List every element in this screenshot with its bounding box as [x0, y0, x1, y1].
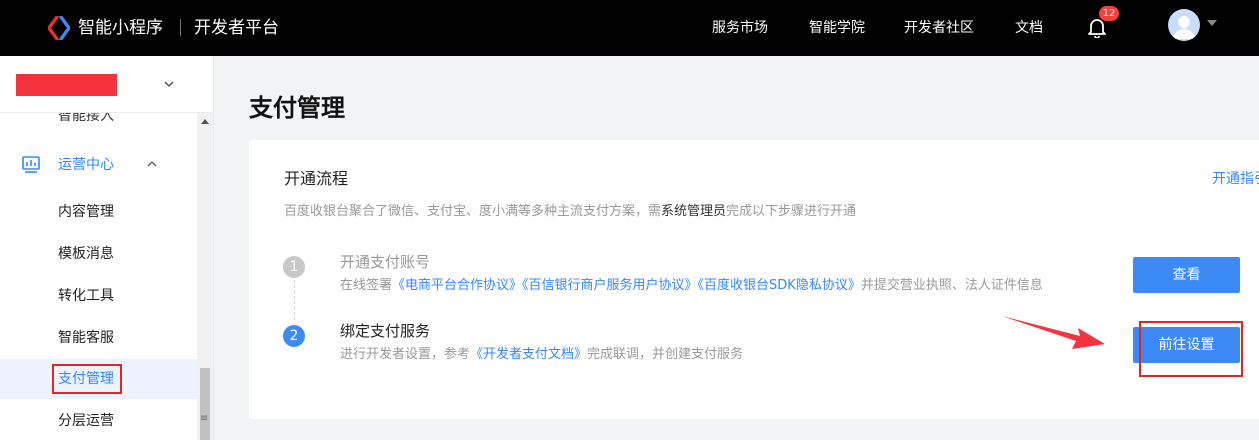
sidebar-item-template-message[interactable]: 模板消息: [0, 234, 197, 274]
card-description: 百度收银台聚合了微信、支付宝、度小满等多种主流支付方案，需系统管理员完成以下步骤…: [284, 204, 857, 219]
highlight-box: [52, 364, 122, 394]
activation-card: 开通流程 开通指引 百度收银台聚合了微信、支付宝、度小满等多种主流支付方案，需系…: [249, 140, 1259, 419]
scrollbar-thumb[interactable]: [200, 368, 210, 440]
step-title: 绑定支付服务: [340, 322, 431, 340]
sidebar-item-payment[interactable]: 支付管理: [0, 359, 197, 399]
sidebar-item-label: 内容管理: [58, 204, 114, 220]
step-number: 1: [283, 256, 305, 278]
nav-developer-community[interactable]: 开发者社区: [904, 18, 974, 38]
nav-smart-academy[interactable]: 智能学院: [809, 18, 865, 38]
page-title: 支付管理: [249, 94, 345, 122]
brand-name[interactable]: 智能小程序: [78, 16, 163, 40]
admin-role: 系统管理员: [661, 204, 727, 219]
chevron-down-icon[interactable]: [163, 78, 175, 90]
sidebar-scrollbar[interactable]: ≡: [197, 113, 213, 440]
redacted-app-name: [16, 74, 117, 96]
sidebar-item-smart-access[interactable]: 智能接入: [58, 113, 114, 125]
app-selector[interactable]: [0, 56, 213, 113]
link-bank-agreement[interactable]: 《百信银行商户服务用户协议》: [522, 278, 698, 293]
highlight-box: [1139, 321, 1243, 377]
nav-service-market[interactable]: 服务市场: [712, 18, 768, 38]
logo-icon[interactable]: [48, 16, 70, 40]
sidebar-item-label: 转化工具: [58, 288, 114, 304]
nav-docs[interactable]: 文档: [1015, 18, 1043, 38]
step-title: 开通支付账号: [340, 253, 431, 271]
guide-link[interactable]: 开通指引: [1212, 168, 1259, 190]
annotation-arrow-icon: [1002, 316, 1105, 349]
view-button[interactable]: 查看: [1133, 257, 1240, 293]
link-platform-agreement[interactable]: 《电商平台合作协议》: [392, 278, 522, 293]
sidebar-item-content[interactable]: 内容管理: [0, 192, 197, 232]
step-description: 进行开发者设置，参考《开发者支付文档》完成联调，并创建支付服务: [340, 347, 744, 362]
step-description: 在线签署《电商平台合作协议》《百信银行商户服务用户协议》《百度收银台SDK隐私协…: [340, 278, 1043, 293]
sidebar-menu: 智能接入 运营中心 内容管理 模板消息 转化工具 智能客服 支付管理 分层运营: [0, 113, 197, 440]
step-connector: [294, 280, 295, 320]
notification-badge: 12: [1099, 6, 1119, 21]
avatar[interactable]: [1168, 9, 1200, 41]
sidebar-item-label: 智能客服: [58, 330, 114, 346]
grip-icon: ≡: [200, 413, 209, 424]
link-sdk-privacy[interactable]: 《百度收银台SDK隐私协议》: [698, 278, 861, 293]
card-title: 开通流程: [284, 169, 349, 188]
user-icon: [1173, 16, 1195, 39]
sidebar-group-label: 运营中心: [58, 157, 114, 173]
brand-subtitle: 开发者平台: [194, 18, 279, 38]
sidebar-item-conversion-tools[interactable]: 转化工具: [0, 276, 197, 316]
scroll-up-icon[interactable]: [201, 119, 209, 124]
step-number: 2: [283, 325, 305, 347]
link-payment-docs[interactable]: 《开发者支付文档》: [470, 347, 587, 362]
brand-divider: [180, 19, 181, 36]
chart-icon: [22, 156, 40, 173]
sidebar-group-operations[interactable]: 运营中心: [0, 149, 197, 181]
sidebar-item-layered-ops[interactable]: 分层运营: [0, 401, 197, 440]
sidebar-item-smart-service[interactable]: 智能客服: [0, 318, 197, 358]
top-bar: 智能小程序 开发者平台 服务市场 智能学院 开发者社区 文档 12: [0, 0, 1259, 56]
sidebar-item-label: 模板消息: [58, 246, 114, 262]
sidebar-item-label: 分层运营: [58, 413, 114, 429]
chevron-up-icon[interactable]: [146, 159, 158, 169]
sidebar: 智能接入 运营中心 内容管理 模板消息 转化工具 智能客服 支付管理 分层运营 …: [0, 56, 214, 440]
caret-down-icon[interactable]: [1207, 20, 1217, 26]
